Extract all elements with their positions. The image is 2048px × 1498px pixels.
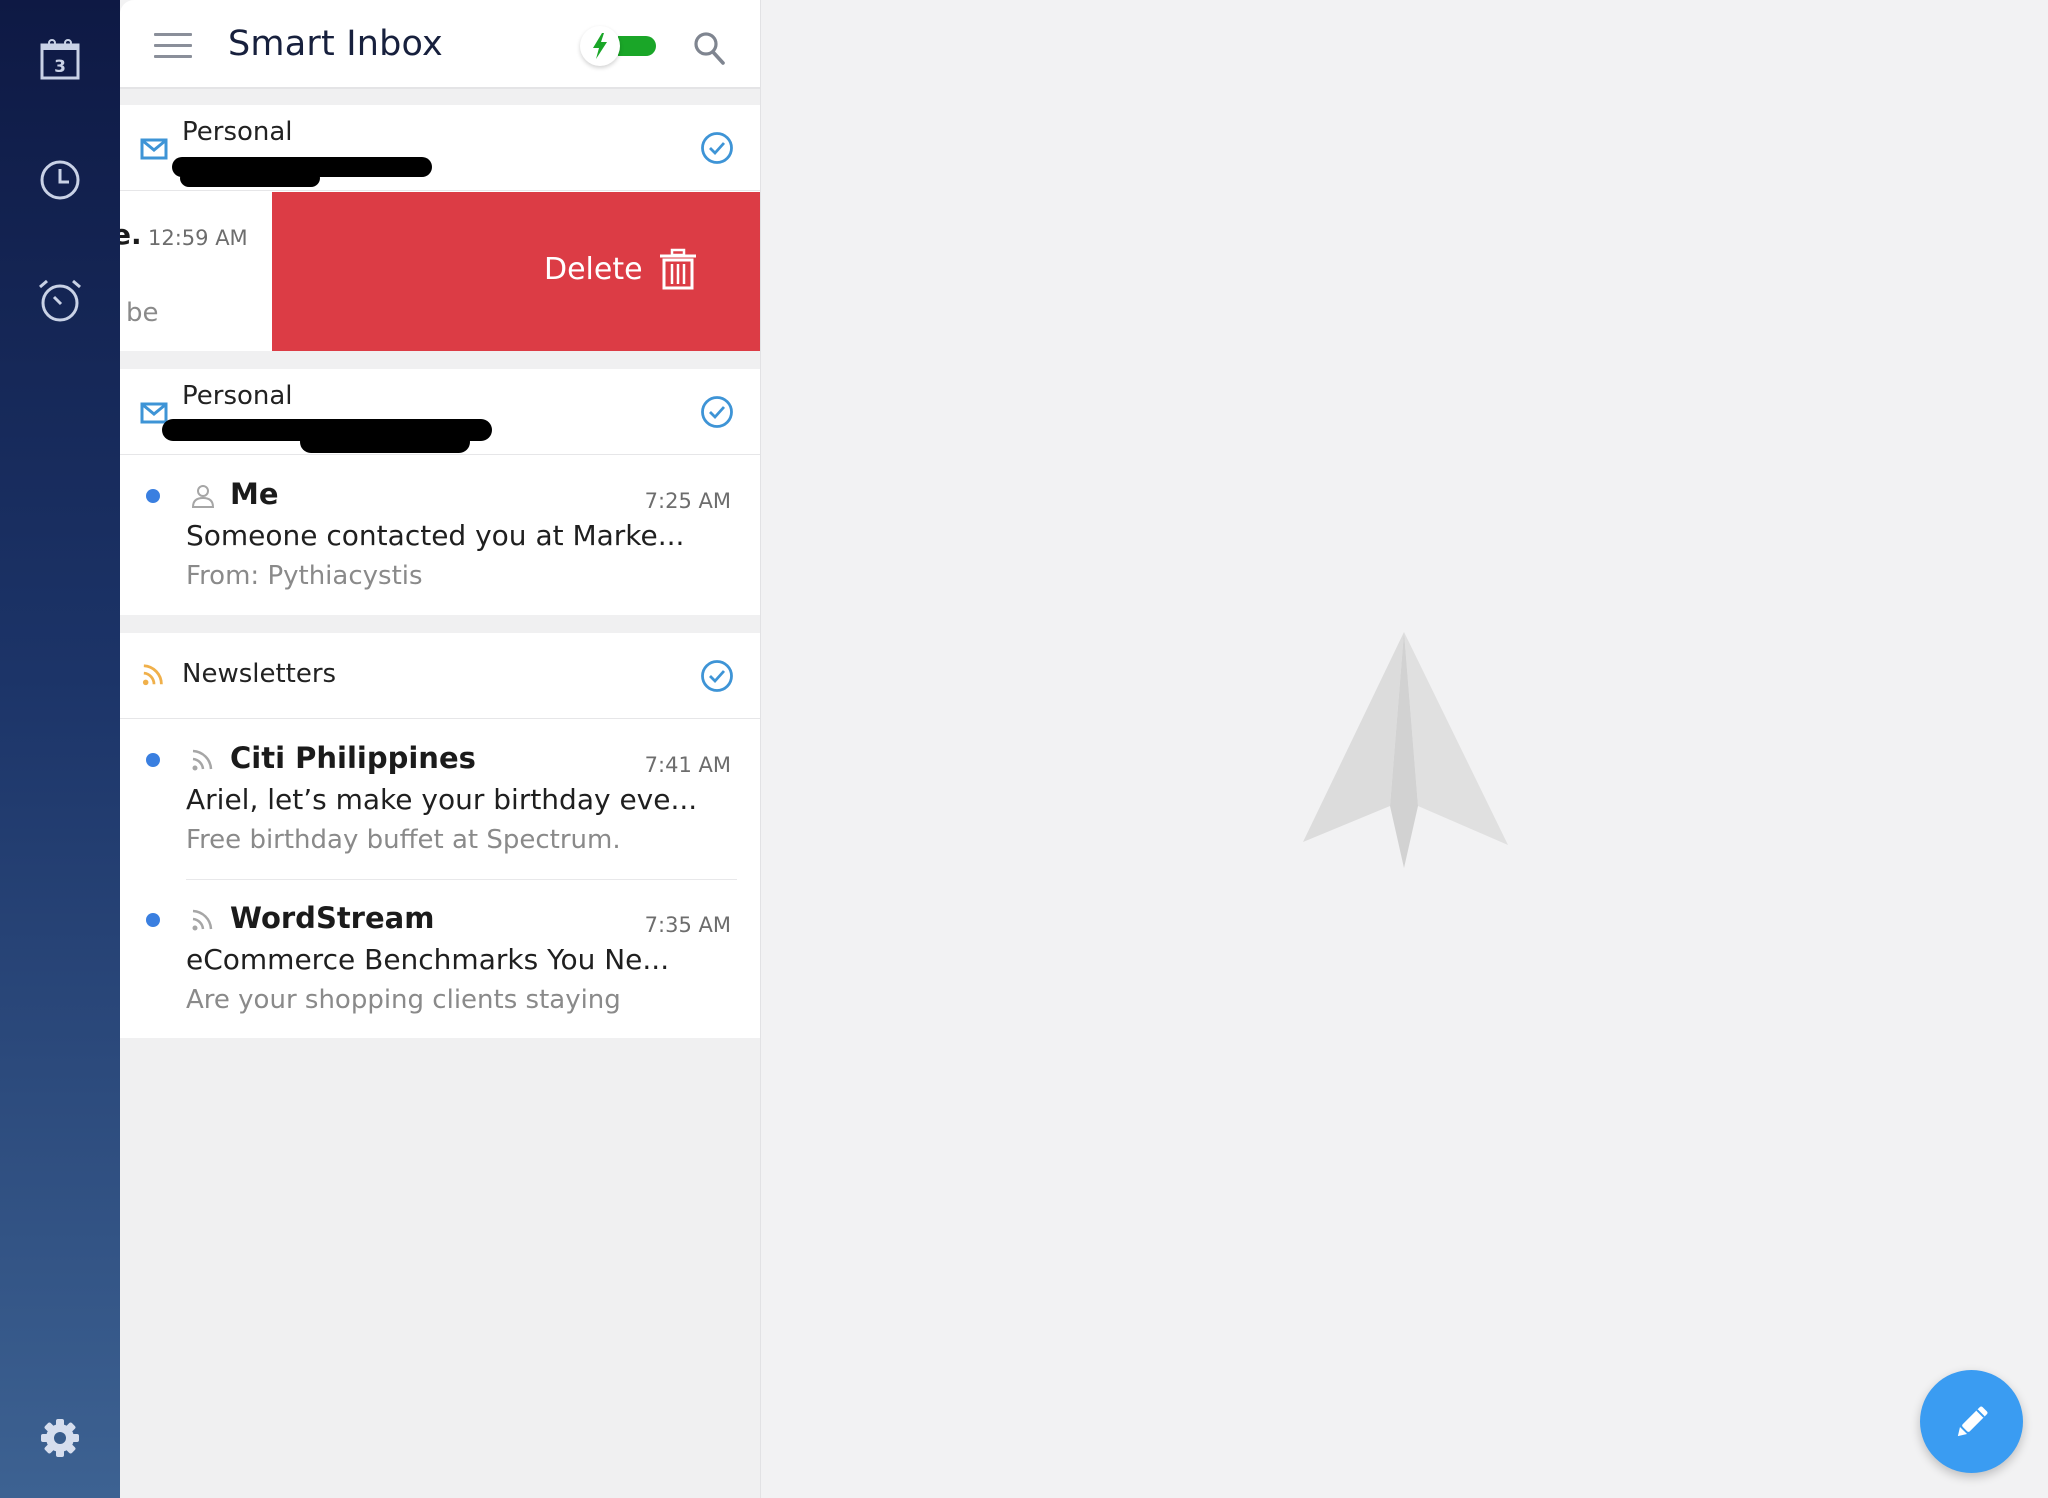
email-list-item[interactable]: Citi Philippines 7:41 AM Ariel, let’s ma…: [120, 719, 760, 879]
paper-plane-logo-icon: [1303, 632, 1508, 868]
email-list-item[interactable]: WordStream 7:35 AM eCommerce Benchmarks …: [120, 879, 760, 1039]
email-time: 12:59 AM: [148, 226, 248, 250]
unread-dot: [146, 913, 160, 927]
swiped-email-content: e. 12:59 AM be: [120, 192, 272, 351]
rss-feed-icon: [192, 749, 213, 771]
pencil-icon: [1957, 1406, 1987, 1436]
email-sender: WordStream: [230, 901, 435, 935]
check-circle-icon[interactable]: [700, 131, 734, 165]
rss-feed-icon: [192, 909, 213, 931]
email-list-item[interactable]: Me 7:25 AM Someone contacted you at Mark…: [120, 455, 760, 615]
email-time: 7:25 AM: [644, 489, 731, 513]
email-time: 7:35 AM: [644, 913, 731, 937]
email-sender: Me: [230, 477, 279, 511]
email-sender: Citi Philippines: [230, 741, 476, 775]
trash-icon: [660, 248, 696, 290]
unread-dot: [146, 753, 160, 767]
inbox-header: Smart Inbox: [120, 0, 760, 89]
rss-feed-icon: [142, 664, 163, 686]
calendar-button[interactable]: 3: [36, 36, 84, 84]
unread-dot: [146, 489, 160, 503]
email-preview: Free birthday buffet at Spectrum.: [186, 825, 621, 855]
group-personal-2: Personal Me 7:25 AM Someone contacted yo…: [120, 369, 760, 615]
check-circle-icon[interactable]: [700, 395, 734, 429]
person-icon: [191, 485, 215, 508]
envelope-icon: [140, 138, 168, 160]
email-preview: From: Pythiacystis: [186, 561, 423, 591]
email-preview: Are your shopping clients staying: [186, 985, 621, 1015]
redacted-subtitle-extra: [180, 169, 320, 187]
delete-label: Delete: [544, 252, 643, 287]
alarm-clock-icon: [39, 279, 81, 322]
group-label: Personal: [182, 117, 293, 147]
reminders-button[interactable]: [36, 276, 84, 324]
settings-button[interactable]: [36, 1414, 84, 1462]
inbox-panel: Smart Inbox Personal . 12:59 AM be Delet…: [120, 0, 761, 1498]
email-time: 7:41 AM: [644, 753, 731, 777]
compose-button[interactable]: [1920, 1370, 2023, 1473]
calendar-icon: 3: [40, 39, 80, 80]
toggle-knob: [580, 26, 620, 66]
email-subject: Someone contacted you at Marke...: [186, 519, 685, 552]
envelope-icon: [140, 402, 168, 424]
preview-fragment: be: [126, 298, 159, 328]
redacted-subtitle-extra: [300, 431, 470, 453]
swiped-email-row[interactable]: e. 12:59 AM be Delete: [120, 192, 760, 351]
sender-fragment: e.: [120, 218, 142, 251]
delete-button[interactable]: Delete: [272, 192, 760, 351]
check-circle-icon[interactable]: [700, 659, 734, 693]
calendar-day: 3: [54, 57, 66, 77]
toggle-track: [618, 36, 656, 56]
gear-icon: [41, 1419, 79, 1457]
app-sidebar: 3: [0, 0, 120, 1498]
page-title: Smart Inbox: [228, 24, 443, 64]
hamburger-menu-icon[interactable]: [154, 33, 192, 61]
lightning-bolt-icon: [593, 33, 607, 59]
search-button[interactable]: [692, 30, 726, 66]
search-icon: [694, 32, 725, 65]
clock-icon: [40, 160, 80, 200]
group-header: Personal: [120, 369, 760, 455]
email-subject: eCommerce Benchmarks You Ne...: [186, 943, 670, 976]
group-header: Newsletters: [120, 633, 760, 719]
group-label: Newsletters: [182, 659, 337, 689]
smart-inbox-toggle[interactable]: [578, 26, 674, 70]
group-header: Personal: [120, 105, 760, 191]
email-subject: Ariel, let’s make your birthday eve...: [186, 783, 698, 816]
group-label: Personal: [182, 381, 293, 411]
group-newsletters: Newsletters Citi Philippines 7:41 AM Ari…: [120, 633, 760, 1039]
recent-button[interactable]: [36, 156, 84, 204]
